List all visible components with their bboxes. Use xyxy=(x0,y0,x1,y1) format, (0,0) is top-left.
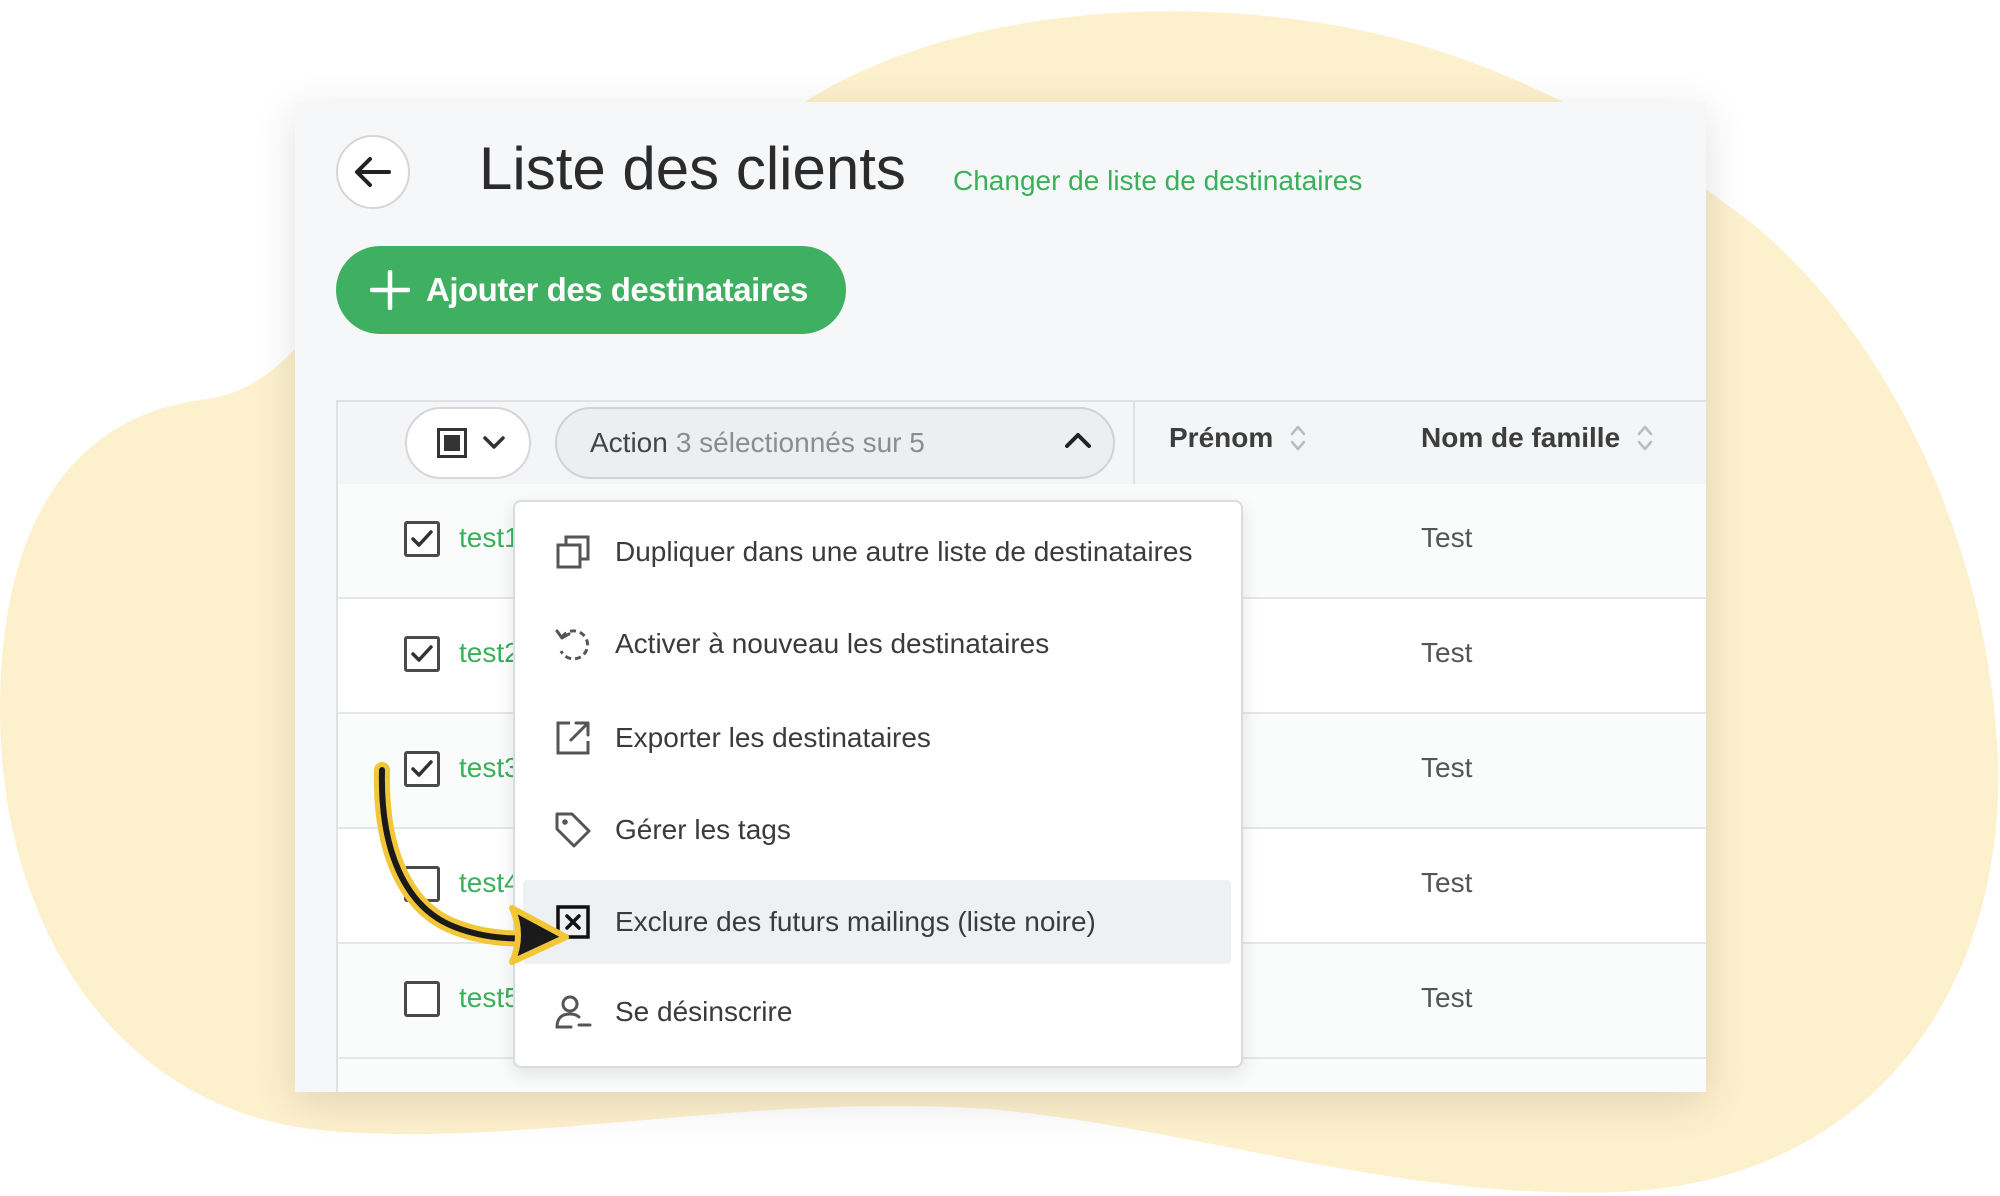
plus-icon xyxy=(370,270,410,310)
row-checkbox[interactable] xyxy=(404,521,440,557)
column-header-firstname-label: Prénom xyxy=(1169,422,1274,453)
column-header-lastname-label: Nom de famille xyxy=(1421,422,1621,453)
menu-item-label: Gérer les tags xyxy=(615,814,791,845)
row-checkbox[interactable] xyxy=(404,636,440,672)
menu-item-unsubscribe[interactable]: Se désinscrire xyxy=(523,970,1231,1054)
row-lastname: Test xyxy=(1421,637,1473,668)
chevron-up-icon xyxy=(1065,433,1091,448)
back-button[interactable] xyxy=(336,135,410,209)
menu-item-label: Exporter les destinataires xyxy=(615,722,931,753)
menu-item-label: Exclure des futurs mailings (liste noire… xyxy=(615,906,1096,937)
row-lastname: Test xyxy=(1421,982,1473,1013)
export-icon xyxy=(556,721,590,755)
menu-item-manage-tags[interactable]: Gérer les tags xyxy=(523,788,1231,872)
reactivate-icon xyxy=(555,629,590,661)
checkmark-icon xyxy=(411,530,433,547)
menu-item-blacklist[interactable]: Exclure des futurs mailings (liste noire… xyxy=(523,880,1231,964)
action-dropdown[interactable]: Action 3 sélectionnés sur 5 xyxy=(555,407,1115,479)
column-header-lastname[interactable]: Nom de famille xyxy=(1421,422,1654,454)
menu-item-label: Activer à nouveau les destinataires xyxy=(615,628,1050,659)
chevron-down-icon xyxy=(483,436,505,449)
table-header: Action 3 sélectionnés sur 5 Prénom Nom d… xyxy=(338,402,1706,486)
change-list-link[interactable]: Changer de liste de destinataires xyxy=(953,165,1362,197)
action-menu: Dupliquer dans une autre liste de destin… xyxy=(513,500,1243,1068)
partial-select-checkbox-icon xyxy=(437,428,467,458)
row-checkbox[interactable] xyxy=(404,981,440,1017)
add-recipients-button[interactable]: Ajouter des destinataires xyxy=(336,246,846,334)
tag-icon xyxy=(555,812,591,848)
blacklist-icon xyxy=(556,905,590,939)
arrow-left-icon xyxy=(355,157,391,187)
select-all-dropdown[interactable] xyxy=(405,407,531,479)
duplicate-icon xyxy=(556,535,590,569)
row-lastname: Test xyxy=(1421,522,1473,553)
sort-icon xyxy=(1291,425,1306,451)
row-checkbox[interactable] xyxy=(404,751,440,787)
menu-item-label: Dupliquer dans une autre liste de destin… xyxy=(615,536,1193,567)
column-header-firstname[interactable]: Prénom xyxy=(1169,422,1307,454)
menu-item-duplicate[interactable]: Dupliquer dans une autre liste de destin… xyxy=(523,510,1231,594)
row-lastname: Test xyxy=(1421,752,1473,783)
selection-count: 3 sélectionnés sur 5 xyxy=(675,427,925,458)
checkmark-icon xyxy=(411,760,433,777)
recipient-list-panel: Liste des clients Changer de liste de de… xyxy=(295,102,1706,1092)
sort-icon xyxy=(1637,425,1653,451)
add-recipients-label: Ajouter des destinataires xyxy=(426,271,808,308)
checkmark-icon xyxy=(411,645,433,662)
column-divider xyxy=(1133,402,1135,484)
page-title: Liste des clients xyxy=(479,135,906,202)
action-label: Action xyxy=(590,427,668,458)
menu-item-label: Se désinscrire xyxy=(615,996,793,1027)
unsubscribe-icon xyxy=(555,995,592,1029)
row-checkbox[interactable] xyxy=(404,866,440,902)
menu-item-export[interactable]: Exporter les destinataires xyxy=(523,696,1231,780)
row-lastname: Test xyxy=(1421,867,1473,898)
menu-item-reactivate[interactable]: Activer à nouveau les destinataires xyxy=(523,602,1231,686)
